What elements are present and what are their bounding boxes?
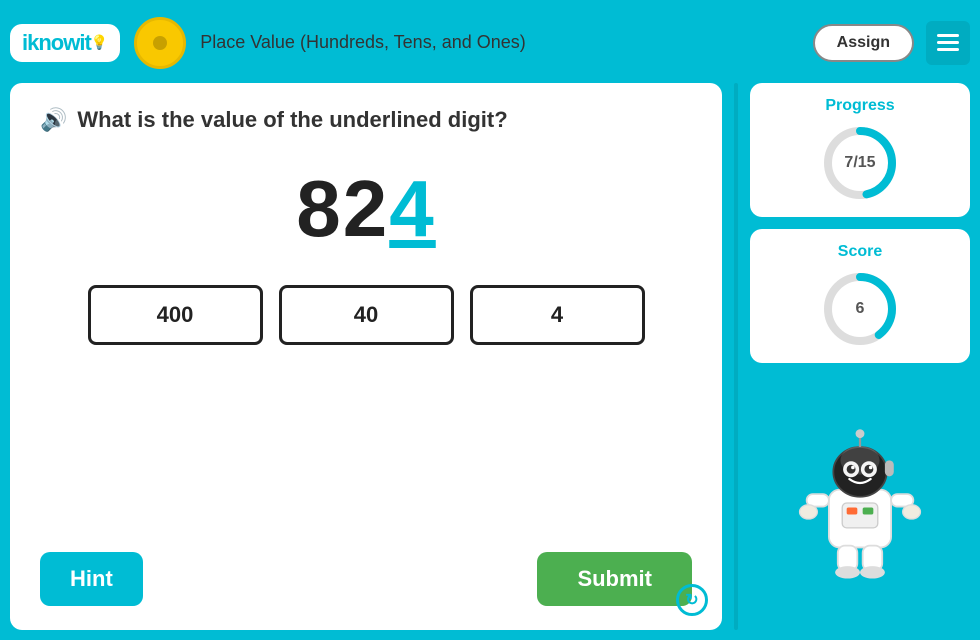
menu-bar-2: [937, 41, 959, 44]
submit-button[interactable]: Submit: [537, 552, 692, 606]
digit-8: 8: [296, 163, 343, 255]
level-dot: [153, 36, 167, 50]
back-button[interactable]: ↻: [676, 584, 708, 616]
question-panel: 🔊 What is the value of the underlined di…: [10, 83, 722, 630]
score-value: 6: [856, 300, 865, 318]
logo: iknowit 💡: [10, 24, 120, 62]
menu-button[interactable]: [926, 21, 970, 65]
answer-option-400[interactable]: 400: [88, 285, 263, 345]
score-label: Score: [838, 243, 882, 261]
panel-divider: [734, 83, 738, 630]
bottom-bar: Hint Submit: [40, 552, 692, 606]
answer-options: 400 40 4: [40, 285, 692, 345]
progress-value: 7/15: [844, 154, 875, 172]
score-card: Score 6: [750, 229, 970, 363]
logo-bulb-icon: 💡: [91, 34, 108, 51]
assign-button[interactable]: Assign: [813, 24, 914, 62]
question-text: What is the value of the underlined digi…: [77, 107, 507, 133]
score-donut: 6: [820, 269, 900, 349]
digit-2: 2: [343, 163, 390, 255]
lesson-title: Place Value (Hundreds, Tens, and Ones): [200, 32, 812, 53]
header: iknowit 💡 Place Value (Hundreds, Tens, a…: [10, 10, 970, 75]
menu-bar-3: [937, 48, 959, 51]
main-content: 🔊 What is the value of the underlined di…: [10, 83, 970, 630]
number-display: 8 2 4: [40, 163, 692, 255]
progress-donut: 7/15: [820, 123, 900, 203]
answer-option-40[interactable]: 40: [279, 285, 454, 345]
right-panel: Progress 7/15 Score 6: [750, 83, 970, 630]
hint-button[interactable]: Hint: [40, 552, 143, 606]
question-area: 🔊 What is the value of the underlined di…: [40, 107, 692, 133]
digit-4-underlined: 4: [389, 163, 436, 255]
mascot-card: [790, 375, 930, 630]
level-indicator: [134, 17, 186, 69]
logo-text: iknowit: [22, 30, 91, 56]
menu-bar-1: [937, 34, 959, 37]
answer-option-4[interactable]: 4: [470, 285, 645, 345]
progress-label: Progress: [825, 97, 894, 115]
speaker-icon[interactable]: 🔊: [40, 107, 67, 133]
progress-card: Progress 7/15: [750, 83, 970, 217]
robot-mascot: [790, 423, 930, 583]
app-container: iknowit 💡 Place Value (Hundreds, Tens, a…: [0, 0, 980, 640]
